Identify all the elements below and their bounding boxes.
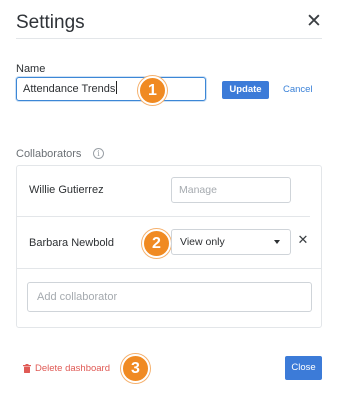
- delete-dashboard-link[interactable]: Delete dashboard: [23, 363, 110, 374]
- step-badge-3: 3: [121, 354, 150, 383]
- collaborator-name: Willie Gutierrez: [29, 184, 104, 196]
- delete-dashboard-label: Delete dashboard: [35, 363, 110, 374]
- row-divider: [17, 216, 310, 217]
- trash-icon: [23, 364, 31, 373]
- dialog-title: Settings: [16, 12, 85, 33]
- permission-select[interactable]: View only: [171, 229, 291, 255]
- name-input-value: Attendance Trends: [23, 83, 116, 95]
- step-badge-1: 1: [138, 76, 167, 105]
- name-input[interactable]: Attendance Trends: [16, 77, 206, 101]
- step-badge-2: 2: [142, 229, 171, 258]
- collaborator-name: Barbara Newbold: [29, 237, 114, 249]
- close-icon[interactable]: ✕: [305, 12, 323, 31]
- name-label: Name: [16, 63, 46, 75]
- permission-field-manage[interactable]: Manage: [171, 177, 291, 203]
- row-divider: [17, 268, 321, 269]
- header-divider: [16, 38, 322, 39]
- update-button[interactable]: Update: [222, 81, 269, 99]
- close-button[interactable]: Close: [285, 356, 322, 380]
- remove-icon[interactable]: ✕: [296, 233, 310, 247]
- text-caret: [116, 81, 118, 94]
- chevron-down-icon: [274, 240, 280, 244]
- add-collaborator-input[interactable]: Add collaborator: [27, 282, 312, 312]
- info-icon[interactable]: i: [93, 148, 104, 159]
- permission-select-value: View only: [180, 236, 225, 248]
- cancel-link[interactable]: Cancel: [283, 84, 313, 95]
- collaborators-label: Collaborators: [16, 148, 82, 160]
